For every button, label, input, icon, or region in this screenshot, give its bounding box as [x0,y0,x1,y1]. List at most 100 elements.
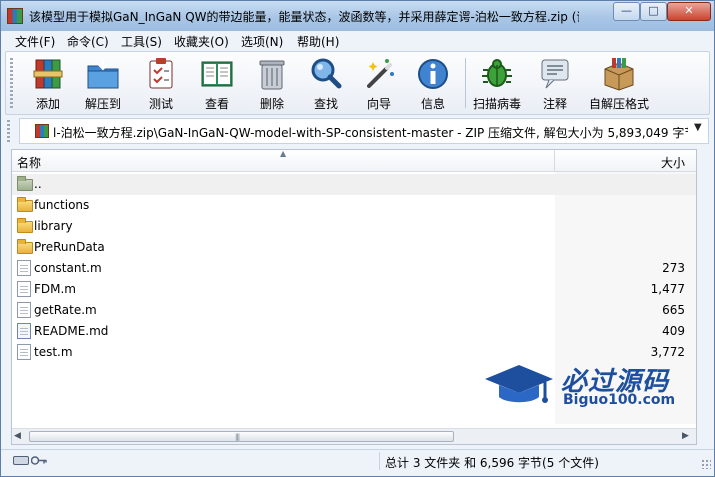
test-icon [149,58,173,89]
tool-view-label: 查看 [204,97,229,111]
file-row[interactable]: getRate.m 665 [12,300,696,321]
file-row[interactable]: constant.m 273 [12,258,696,279]
parent-folder-icon [17,176,33,191]
toolbar-grip[interactable] [10,58,13,108]
file-name: test.m [34,345,73,359]
column-divider[interactable] [554,150,555,172]
virus-scan-icon [482,59,512,87]
file-name: library [34,219,73,233]
tool-wizard-label: 向导 [366,97,391,111]
tool-view-button[interactable]: 查看 [191,54,243,112]
toolbar: 添加 解压到 测试 查看 删除 查找 向导 信息 扫描病毒 注释 自解压格式 [5,51,710,115]
tool-info-label: 信息 [420,97,445,111]
title-bar[interactable]: 该模型用于模拟GaN_InGaN QW的带边能量，能量状态，波函数等，并采用薛定… [1,1,714,31]
file-name: constant.m [34,261,102,275]
file-name: getRate.m [34,303,97,317]
tool-add-label: 添加 [35,97,60,111]
tool-test-button[interactable]: 测试 [135,54,187,112]
maximize-button[interactable]: □ [640,2,667,21]
tool-sfx-button[interactable]: 自解压格式 [588,54,650,112]
winrar-app-icon [7,8,23,24]
column-size-header[interactable]: 大小 [560,154,685,171]
tool-wizard-button[interactable]: 向导 [353,54,405,112]
file-row[interactable]: FDM.m 1,477 [12,279,696,300]
scrollbar-grip-icon: ||| [235,433,240,441]
document-icon [17,302,31,318]
address-bar[interactable]: l-泊松一致方程.zip\GaN-InGaN-QW-model-with-SP-… [19,118,709,144]
tool-info-button[interactable]: 信息 [407,54,459,112]
menu-favorites[interactable]: 收藏夹(O) [174,33,229,50]
tool-extract-button[interactable]: 解压到 [77,54,129,112]
file-row[interactable]: functions [12,195,696,216]
scroll-left-icon[interactable]: ◀ [14,431,21,441]
tool-virus-scan-button[interactable]: 扫描病毒 [471,54,523,112]
sort-ascending-icon: ▲ [280,149,287,158]
folder-icon [17,218,33,233]
tool-comment-button[interactable]: 注释 [529,54,581,112]
watermark: 必过源码 Biguo100.com [483,355,688,415]
address-dropdown-icon[interactable]: ▼ [694,122,702,133]
file-name: PreRunData [34,240,105,254]
key-icon[interactable] [31,455,47,466]
file-name: README.md [34,324,109,338]
tool-extract-label: 解压到 [84,97,121,111]
scrollbar-thumb[interactable]: ||| [29,431,454,442]
address-grip[interactable] [7,120,10,142]
magnifier-icon [311,58,342,89]
status-divider [379,452,380,470]
file-row[interactable]: PreRunData [12,237,696,258]
extract-to-icon [87,61,119,89]
file-row[interactable]: README.md 409 [12,321,696,342]
add-archive-icon [33,59,63,89]
file-name: FDM.m [34,282,76,296]
comment-icon [541,59,569,89]
wizard-wand-icon [367,59,394,88]
drive-icon[interactable] [13,456,29,465]
resize-grip-icon[interactable] [701,459,711,469]
file-size: 273 [662,261,685,275]
minimize-button[interactable]: — [613,2,640,21]
toolbar-separator [465,58,466,108]
file-row-parent[interactable]: .. [12,174,696,195]
status-summary: 总计 3 文件夹 和 6,596 字节(5 个文件) [385,456,599,470]
menu-file[interactable]: 文件(F) [15,33,55,50]
folder-icon [17,197,33,212]
graduation-cap-logo [485,365,553,403]
file-size: 1,477 [650,282,685,296]
tool-find-label: 查找 [313,97,338,111]
folder-icon [17,239,33,254]
menu-bar: 文件(F) 命令(C) 工具(S) 收藏夹(O) 选项(N) 帮助(H) [1,31,714,51]
tool-sfx-label: 自解压格式 [588,97,649,111]
file-size: 409 [662,324,685,338]
document-icon [17,260,31,276]
watermark-url: Biguo100.com [563,392,676,408]
document-icon [17,281,31,297]
trash-icon [259,60,285,90]
markdown-document-icon [17,323,31,339]
menu-help[interactable]: 帮助(H) [297,33,339,50]
file-name: .. [34,177,42,191]
close-button[interactable]: ✕ [667,2,711,21]
menu-tools[interactable]: 工具(S) [121,33,162,50]
tool-add-button[interactable]: 添加 [22,54,74,112]
tool-delete-button[interactable]: 删除 [246,54,298,112]
file-size: 665 [662,303,685,317]
tool-test-label: 测试 [148,97,173,111]
column-name-header[interactable]: 名称 [17,154,41,171]
menu-options[interactable]: 选项(N) [241,33,283,50]
view-book-icon [201,61,233,87]
horizontal-scrollbar[interactable]: ◀ ||| ▶ [12,428,696,444]
file-row[interactable]: library [12,216,696,237]
document-icon [17,344,31,360]
menu-command[interactable]: 命令(C) [67,33,109,50]
window-title: 该模型用于模拟GaN_InGaN QW的带边能量，能量状态，波函数等，并采用薛定… [29,10,579,24]
scroll-right-icon[interactable]: ▶ [682,431,689,441]
address-path[interactable]: l-泊松一致方程.zip\GaN-InGaN-QW-model-with-SP-… [53,124,688,141]
winrar-window: 该模型用于模拟GaN_InGaN QW的带边能量，能量状态，波函数等，并采用薛定… [0,0,715,477]
tool-delete-label: 删除 [259,97,284,111]
column-header: 名称 ▲ 大小 [12,149,696,172]
tool-find-button[interactable]: 查找 [300,54,352,112]
tool-virus-scan-label: 扫描病毒 [472,97,521,111]
status-bar: 总计 3 文件夹 和 6,596 字节(5 个文件) [1,449,714,471]
tool-comment-label: 注释 [542,97,567,111]
